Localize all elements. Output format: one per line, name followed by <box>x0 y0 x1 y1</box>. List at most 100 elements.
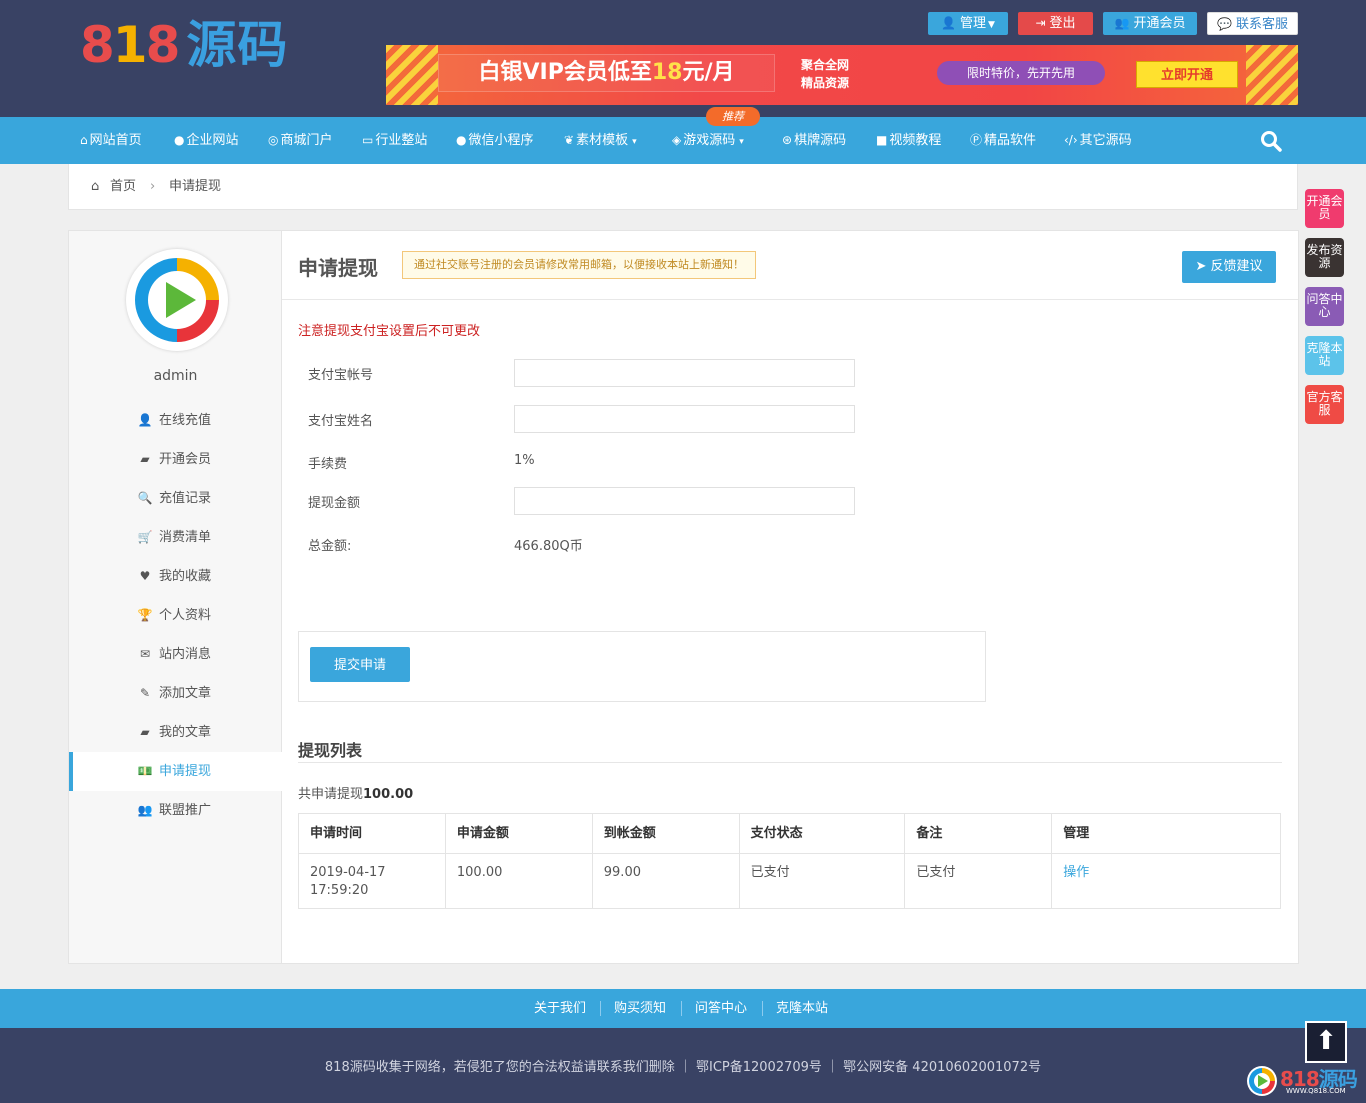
logout-icon: ⇥ <box>1035 16 1046 30</box>
logout-button[interactable]: ⇥ 登出 <box>1018 12 1093 35</box>
table-cell-note: 已支付 <box>904 853 1053 909</box>
footer-link-purchase-notice[interactable]: 购买须知 <box>614 989 666 1028</box>
nav-item-enterprise[interactable]: ● 企业网站 <box>174 117 239 164</box>
banner-subtitle: 聚合全网 精品资源 <box>801 56 849 92</box>
banner-sub-line: 精品资源 <box>801 76 850 90</box>
recommend-badge: 推荐 <box>706 107 760 126</box>
time-clock: 17:59:20 <box>310 883 369 898</box>
sidebar-item-add-article[interactable]: ✎ 添加文章 <box>69 674 282 713</box>
nav-item-industry[interactable]: ▭ 行业整站 <box>362 117 427 164</box>
footer-link-about[interactable]: 关于我们 <box>534 989 586 1028</box>
table-header-row: 申请时间 申请金额 到帐金额 支付状态 备注 管理 <box>298 813 1281 854</box>
feedback-button[interactable]: ➤ 反馈建议 <box>1182 251 1276 283</box>
site-logo[interactable]: 818 源码 <box>80 16 288 74</box>
sidebar-item-messages[interactable]: ✉ 站内消息 <box>69 635 282 674</box>
sidebar-item-profile[interactable]: 🏆 个人资料 <box>69 596 282 635</box>
total-amount-value: 466.80Q币 <box>514 539 583 554</box>
nav-item-video[interactable]: ■ 视频教程 <box>876 117 941 164</box>
p-icon: Ⓟ <box>970 133 983 147</box>
table-header-cell: 申请时间 <box>298 813 446 854</box>
summary-amount: 100.00 <box>363 787 414 802</box>
copyright: 818源码收集于网络，若侵犯了您的合法权益请联系我们删除 ｜ 鄂ICP备1200… <box>324 1060 1042 1075</box>
nav-item-materials[interactable]: ❦ 素材模板 ▾ <box>564 117 637 164</box>
logo-text: 源码 <box>186 16 289 74</box>
site-header: 818 源码 👤 管理 ▼ ⇥ 登出 👥 开通会员 💬 联系客服 白银VIP会员低至18元/… <box>0 0 1366 117</box>
sidebar-item-label: 联盟推广 <box>159 803 212 818</box>
banner-main-num: 18 <box>651 60 683 85</box>
submit-withdraw-button[interactable]: 提交申请 <box>310 647 410 682</box>
alipay-account-input[interactable] <box>514 359 855 387</box>
banner-cta-button[interactable]: 立即开通 <box>1136 61 1238 88</box>
footer-separator <box>762 1001 763 1016</box>
video-icon: ■ <box>876 133 888 147</box>
nav-item-label: 视频教程 <box>889 133 942 148</box>
table-cell-time: 2019-04-17 17:59:20 <box>298 853 446 909</box>
banner-main-text: 白银VIP会员低至18元/月 <box>438 54 775 92</box>
sidebar-item-recharge[interactable]: 👤 在线充值 <box>69 401 282 440</box>
total-amount-label: 总金额: <box>308 539 352 554</box>
search-icon: 🔍 <box>137 491 153 505</box>
submit-panel: 提交申请 <box>298 631 986 702</box>
sidebar-item-my-articles[interactable]: ▰ 我的文章 <box>69 713 282 752</box>
sidebar-item-open-vip[interactable]: ▰ 开通会员 <box>69 440 282 479</box>
nav-item-other[interactable]: ‹/› 其它源码 <box>1064 117 1132 164</box>
back-to-top-button[interactable]: ⬆ <box>1305 1021 1347 1063</box>
float-service[interactable]: 官方客服 <box>1305 385 1344 424</box>
nav-item-mall[interactable]: ◎ 商城门户 <box>268 117 333 164</box>
admin-menu-label: 管理 <box>960 16 987 31</box>
caret-down-icon: ▼ <box>988 20 995 30</box>
sidebar-item-favorites[interactable]: ♥ 我的收藏 <box>69 557 282 596</box>
sidebar-item-label: 添加文章 <box>159 686 212 701</box>
nav-item-wechat[interactable]: ● 微信小程序 <box>456 117 534 164</box>
nav-item-home[interactable]: ⌂ 网站首页 <box>80 117 142 164</box>
sidebar-item-affiliate[interactable]: 👥 联盟推广 <box>69 791 282 830</box>
withdraw-content: 申请提现 通过社交账号注册的会员请修改常用邮箱，以便接收本站上新通知！ ➤ 反馈建… <box>282 231 1298 963</box>
nav-item-software[interactable]: Ⓟ 精品软件 <box>970 117 1036 164</box>
float-qa[interactable]: 问答中心 <box>1305 287 1344 326</box>
feedback-label: 反馈建议 <box>1210 259 1263 274</box>
contact-service-label: 联系客服 <box>1235 17 1288 32</box>
breadcrumb-home-link[interactable]: 首页 <box>110 164 136 210</box>
book-icon: ▰ <box>140 452 150 466</box>
footer-link-clone[interactable]: 克隆本站 <box>776 989 828 1028</box>
sidebar-item-withdraw[interactable]: 💵 申请提现 <box>69 752 282 791</box>
open-vip-label: 开通会员 <box>1133 16 1186 31</box>
nav-item-label: 素材模板 <box>576 133 629 148</box>
users-icon: 👥 <box>137 803 153 817</box>
open-vip-button[interactable]: 👥 开通会员 <box>1103 12 1197 35</box>
table-header-cell: 备注 <box>904 813 1053 854</box>
main-nav: ⌂ 网站首页 ● 企业网站 ◎ 商城门户 ▭ 行业整站 ● 微信小程序 ❦ 素材模板 ▾ ◈ 游… <box>0 117 1366 164</box>
withdraw-amount-input[interactable] <box>514 487 855 515</box>
avatar[interactable] <box>126 249 228 351</box>
footer-links: 关于我们 购买须知 问答中心 克隆本站 <box>0 989 1366 1028</box>
sidebar-item-orders[interactable]: 🛒 消费清单 <box>69 518 282 557</box>
site-footer: 818源码收集于网络，若侵犯了您的合法权益请联系我们删除 ｜ 鄂ICP备1200… <box>0 1028 1366 1103</box>
alipay-name-input[interactable] <box>514 405 855 433</box>
watermark-url: WWW.Q818.COM <box>1286 1087 1346 1095</box>
contact-service-button[interactable]: 💬 联系客服 <box>1207 12 1298 35</box>
float-open-vip[interactable]: 开通会员 <box>1305 189 1344 228</box>
admin-menu-button[interactable]: 👤 管理 ▼ <box>928 12 1008 35</box>
sidebar-item-label: 开通会员 <box>159 452 212 467</box>
table-cell-amount: 100.00 <box>444 853 593 909</box>
user-icon: 👤 <box>941 16 956 30</box>
float-label: 开通会员 <box>1306 194 1343 221</box>
footer-link-qa[interactable]: 问答中心 <box>695 989 747 1028</box>
nav-item-label: 其它源码 <box>1079 133 1132 148</box>
float-publish[interactable]: 发布资源 <box>1305 238 1344 277</box>
withdraw-summary: 共申请提现100.00 <box>298 783 413 802</box>
table-cell-status: 已支付 <box>738 853 906 909</box>
chess-icon: ⊛ <box>782 133 793 147</box>
table-header-cell: 支付状态 <box>738 813 906 854</box>
row-action-link[interactable]: 操作 <box>1063 865 1089 880</box>
vip-promo-banner[interactable]: 白银VIP会员低至18元/月 聚合全网 精品资源 限时特价，先开先用 立即开通 <box>386 45 1298 105</box>
withdraw-list-title: 提现列表 <box>298 737 1282 763</box>
table-cell-received: 99.00 <box>591 853 740 909</box>
username: admin <box>153 368 198 384</box>
search-icon[interactable] <box>1260 130 1282 152</box>
envelope-icon: ✉ <box>139 647 151 661</box>
nav-item-chess[interactable]: ⊛ 棋牌源码 <box>782 117 846 164</box>
float-clone[interactable]: 克隆本站 <box>1305 336 1344 375</box>
sidebar-item-label: 在线充值 <box>159 413 212 428</box>
sidebar-item-recharge-history[interactable]: 🔍 充值记录 <box>69 479 282 518</box>
